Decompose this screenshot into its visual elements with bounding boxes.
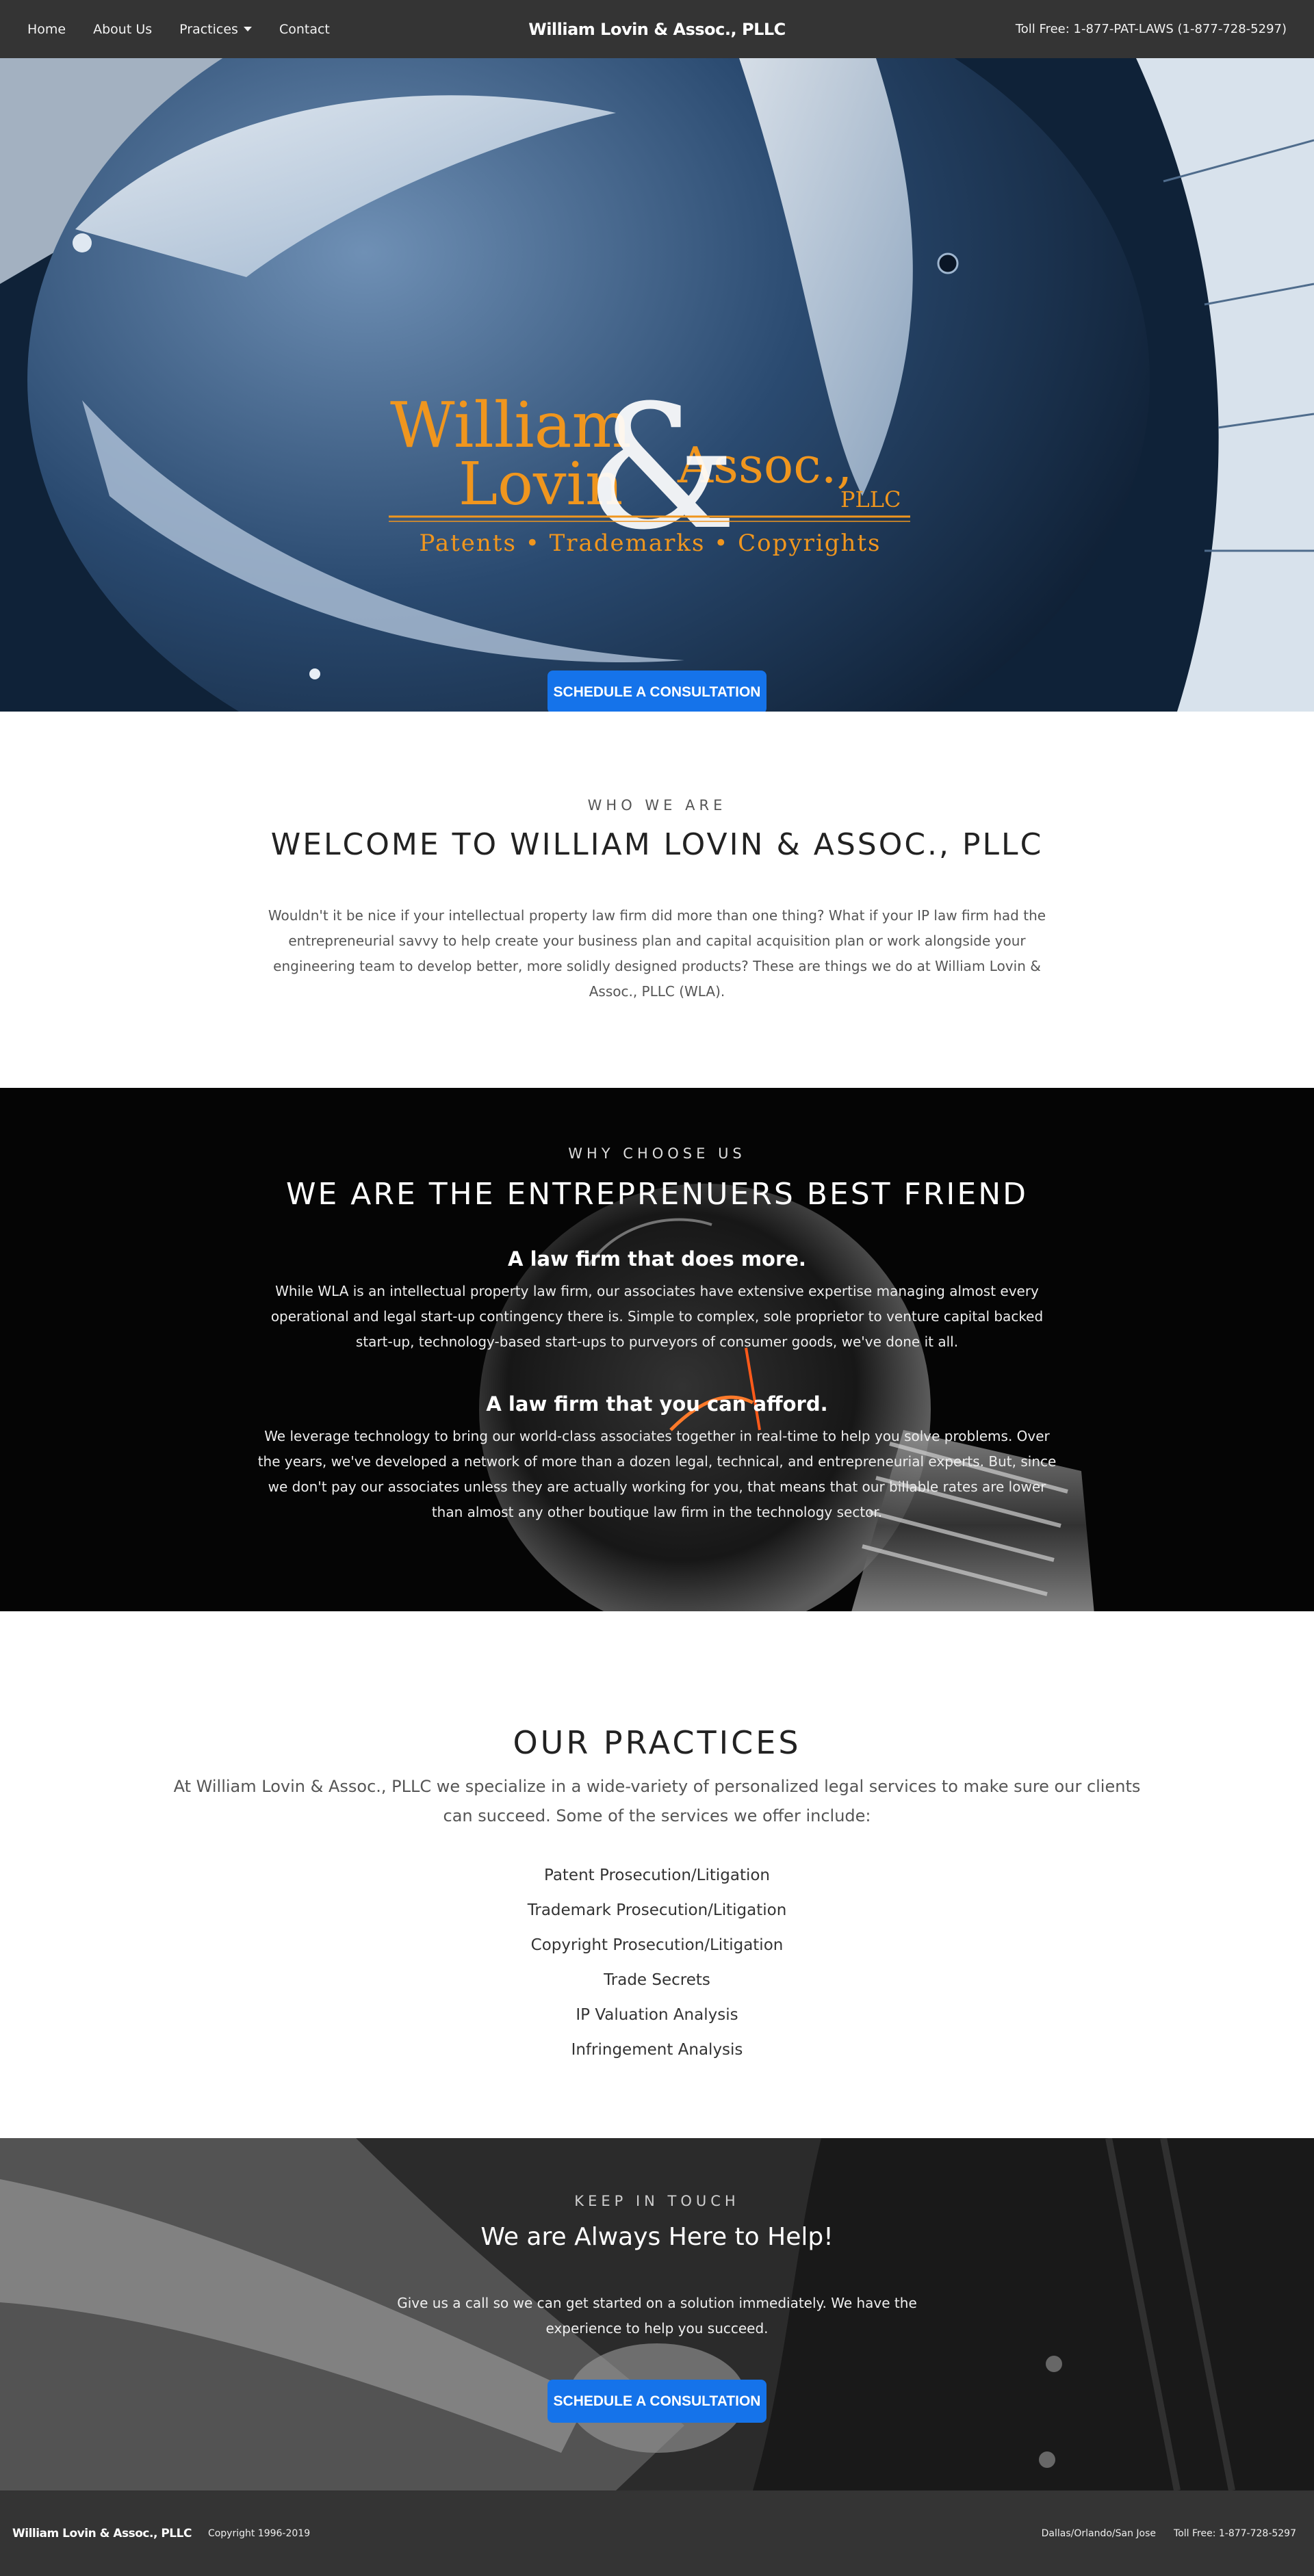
practices-title: OUR PRACTICES	[513, 1724, 801, 1761]
why-content: WHY CHOOSE US WE ARE THE ENTREPRENUERS B…	[0, 1088, 1314, 1525]
practices-intro: At William Lovin & Assoc., PLLC we speci…	[173, 1777, 1141, 1825]
firm-logo: William Lovin Assoc., PLLC & Patents • T…	[389, 387, 910, 564]
why-eyebrow: WHY CHOOSE US	[568, 1145, 746, 1162]
list-item: Trade Secrets	[604, 1971, 710, 1989]
practices-list: Patent Prosecution/Litigation Trademark …	[0, 1858, 1314, 2068]
hero-turbine-image	[0, 58, 1314, 712]
contact-title: We are Always Here to Help!	[480, 2223, 834, 2251]
footer-brand[interactable]: William Lovin & Assoc., PLLC	[12, 2527, 192, 2540]
footer-toll-free: Toll Free: 1-877-728-5297	[1174, 2527, 1296, 2539]
list-item: IP Valuation Analysis	[576, 2006, 738, 2024]
footer: William Lovin & Assoc., PLLC Copyright 1…	[0, 2490, 1314, 2576]
welcome-body: Wouldn't it be nice if your intellectual…	[268, 907, 1046, 1000]
nav-link-label: Home	[27, 21, 66, 37]
why-body-afford: We leverage technology to bring our worl…	[257, 1428, 1057, 1520]
logo-tagline: Patents • Trademarks • Copyrights	[419, 530, 881, 557]
why-heading-does-more: A law firm that does more.	[508, 1247, 806, 1271]
contact-content: KEEP IN TOUCH We are Always Here to Help…	[0, 2138, 1314, 2423]
nav-dropdown-practices[interactable]: Practices	[179, 22, 252, 37]
nav-link-label: Contact	[279, 21, 330, 37]
nav-link-label: About Us	[93, 21, 153, 37]
keep-in-touch-section: KEEP IN TOUCH We are Always Here to Help…	[0, 2138, 1314, 2490]
list-item: Patent Prosecution/Litigation	[543, 1866, 771, 1884]
logo-pllc: PLLC	[840, 486, 901, 512]
navbar-brand[interactable]: William Lovin & Assoc., PLLC	[528, 20, 786, 39]
list-item: Infringement Analysis	[571, 2041, 743, 2059]
welcome-eyebrow: WHO WE ARE	[587, 797, 727, 814]
footer-locations: Dallas/Orlando/San Jose	[1041, 2527, 1157, 2539]
list-item: Copyright Prosecution/Litigation	[530, 1936, 784, 1954]
nav-link-about-us[interactable]: About Us	[93, 22, 152, 37]
nav-link-home[interactable]: Home	[27, 22, 66, 37]
why-heading-afford: A law firm that you can afford.	[486, 1392, 828, 1416]
caret-down-icon	[243, 27, 252, 31]
top-navbar: Home About Us Practices Contact William …	[0, 0, 1314, 58]
navbar-toll-free: Toll Free: 1-877-PAT-LAWS (1-877-728-529…	[1015, 22, 1287, 36]
nav-link-label: Practices	[179, 21, 238, 37]
why-body-does-more: While WLA is an intellectual property la…	[270, 1283, 1044, 1350]
why-choose-us-section: WHY CHOOSE US WE ARE THE ENTREPRENUERS B…	[0, 1088, 1314, 1611]
contact-schedule-consultation-button[interactable]: SCHEDULE A CONSULTATION	[548, 2380, 766, 2423]
practices-section: OUR PRACTICES At William Lovin & Assoc.,…	[0, 1611, 1314, 2138]
welcome-section: WHO WE ARE WELCOME TO WILLIAM LOVIN & AS…	[0, 712, 1314, 1088]
footer-copyright: Copyright 1996-2019	[207, 2527, 311, 2539]
nav-link-contact[interactable]: Contact	[279, 22, 330, 37]
nav-links: Home About Us Practices Contact	[27, 22, 330, 37]
hero-section: William Lovin Assoc., PLLC & Patents • T…	[0, 58, 1314, 712]
contact-body: Give us a call so we can get started on …	[397, 2295, 917, 2337]
why-title: WE ARE THE ENTREPRENUERS BEST FRIEND	[285, 1177, 1028, 1212]
hero-schedule-consultation-button[interactable]: SCHEDULE A CONSULTATION	[548, 671, 766, 712]
list-item: Trademark Prosecution/Litigation	[527, 1901, 787, 1919]
contact-eyebrow: KEEP IN TOUCH	[574, 2193, 740, 2209]
welcome-title: WELCOME TO WILLIAM LOVIN & ASSOC., PLLC	[270, 827, 1044, 862]
